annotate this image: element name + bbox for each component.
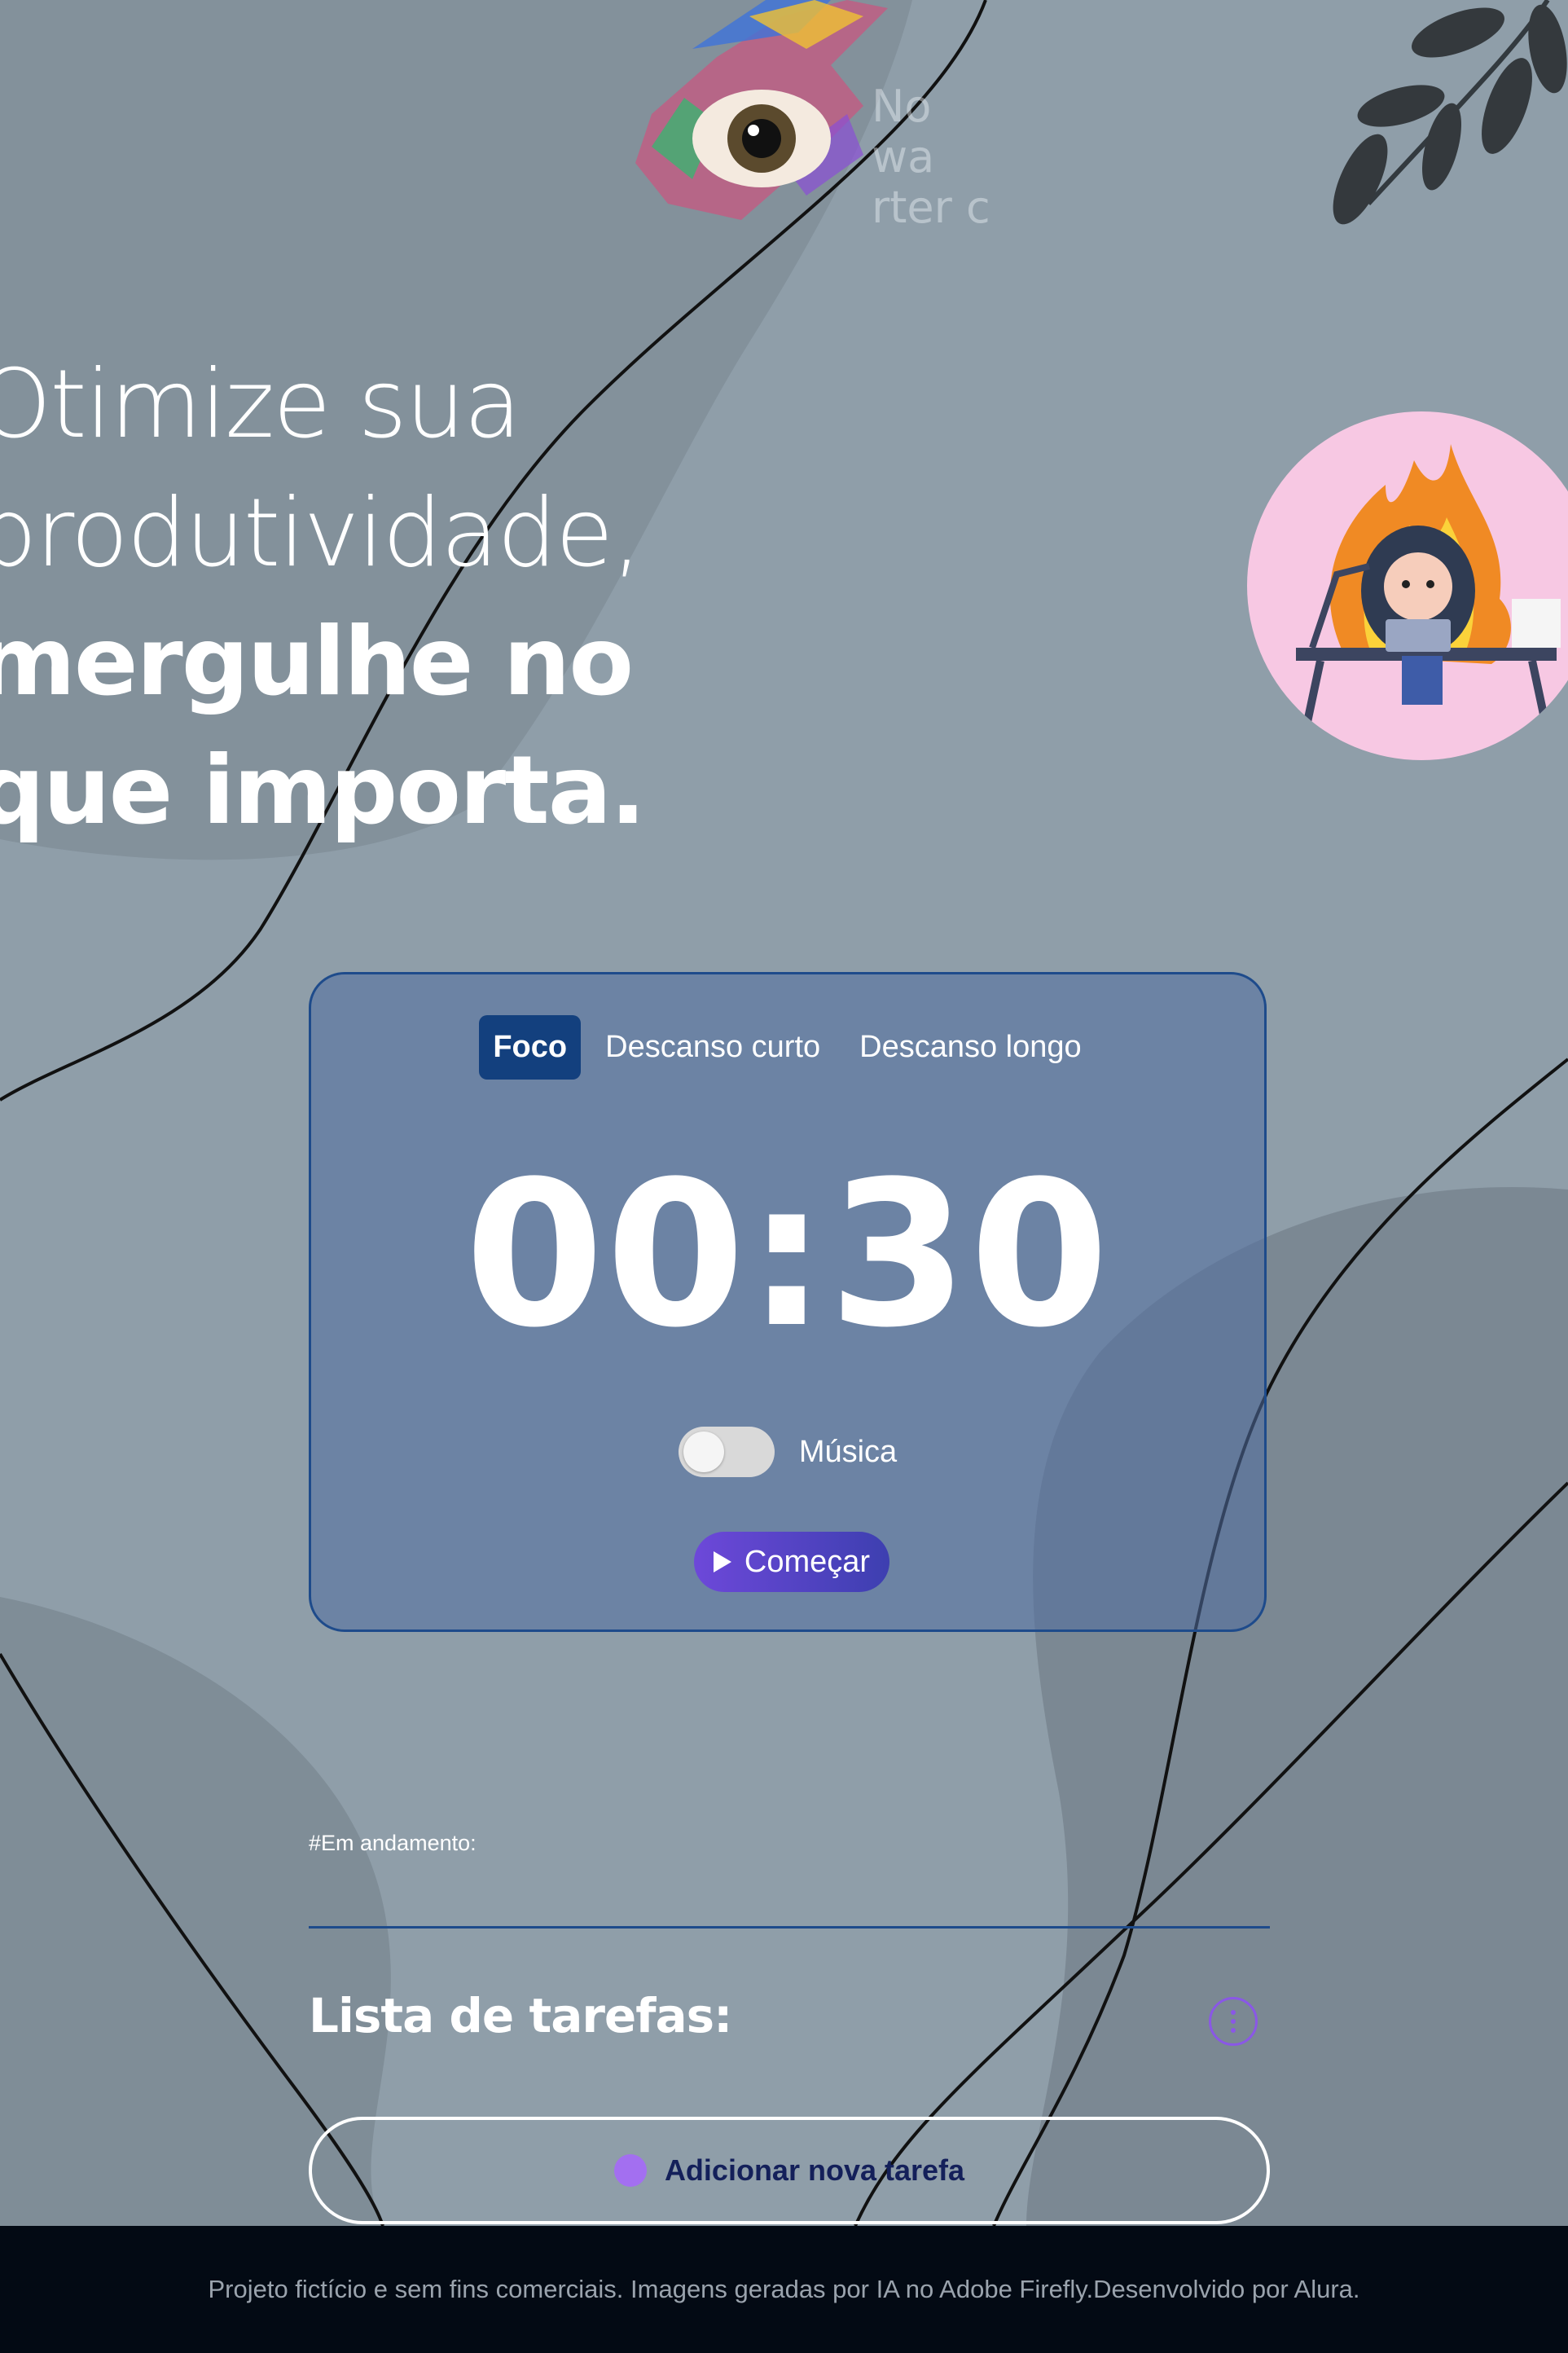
divider — [309, 1926, 1270, 1929]
kebab-icon — [1231, 2019, 1236, 2024]
footer: Projeto fictício e sem fins comerciais. … — [0, 2226, 1568, 2353]
hero-line-4: que importa. — [0, 736, 646, 846]
music-row: Música — [311, 1427, 1264, 1477]
start-button[interactable]: Começar — [694, 1532, 889, 1592]
play-icon — [713, 1551, 731, 1572]
tasks-title: Lista de tarefas: — [309, 1988, 732, 2043]
hero-line-2: produtividade, — [0, 478, 642, 588]
more-options-button[interactable] — [1209, 1997, 1258, 2046]
footer-text: Projeto fictício e sem fins comerciais. … — [208, 2275, 1360, 2303]
hero-line-3: mergulhe no — [0, 607, 634, 717]
watermark-line: No wa — [872, 81, 935, 183]
add-task-button[interactable]: Adicionar nova tarefa — [309, 2117, 1270, 2224]
kebab-icon — [1231, 2010, 1236, 2015]
timer-card: Foco Descanso curto Descanso longo 00:30… — [309, 972, 1267, 1632]
add-icon — [613, 2154, 647, 2187]
tab-foco[interactable]: Foco — [479, 1015, 582, 1080]
tab-descanso-longo[interactable]: Descanso longo — [845, 1015, 1096, 1080]
logo-watermark: No wa rter c — [872, 81, 1002, 233]
tab-descanso-curto[interactable]: Descanso curto — [591, 1015, 835, 1080]
leaves-decoration — [1333, 0, 1567, 225]
logo[interactable] — [619, 0, 896, 236]
music-toggle[interactable] — [678, 1427, 775, 1477]
start-button-label: Começar — [744, 1544, 871, 1579]
add-task-label: Adicionar nova tarefa — [664, 2153, 965, 2187]
watermark-line: rter c — [872, 182, 990, 233]
hero-line-1: Otimize sua — [0, 350, 521, 460]
timer-display: 00:30 — [464, 1139, 1111, 1372]
in-progress-label: #Em andamento: — [309, 1831, 477, 1855]
toggle-knob — [683, 1432, 724, 1472]
kebab-icon — [1231, 2028, 1236, 2033]
music-label: Música — [798, 1434, 898, 1469]
hero-headline: Otimize sua produtividade, mergulhe no q… — [0, 341, 710, 855]
timer-tabs: Foco Descanso curto Descanso longo — [311, 1015, 1264, 1080]
